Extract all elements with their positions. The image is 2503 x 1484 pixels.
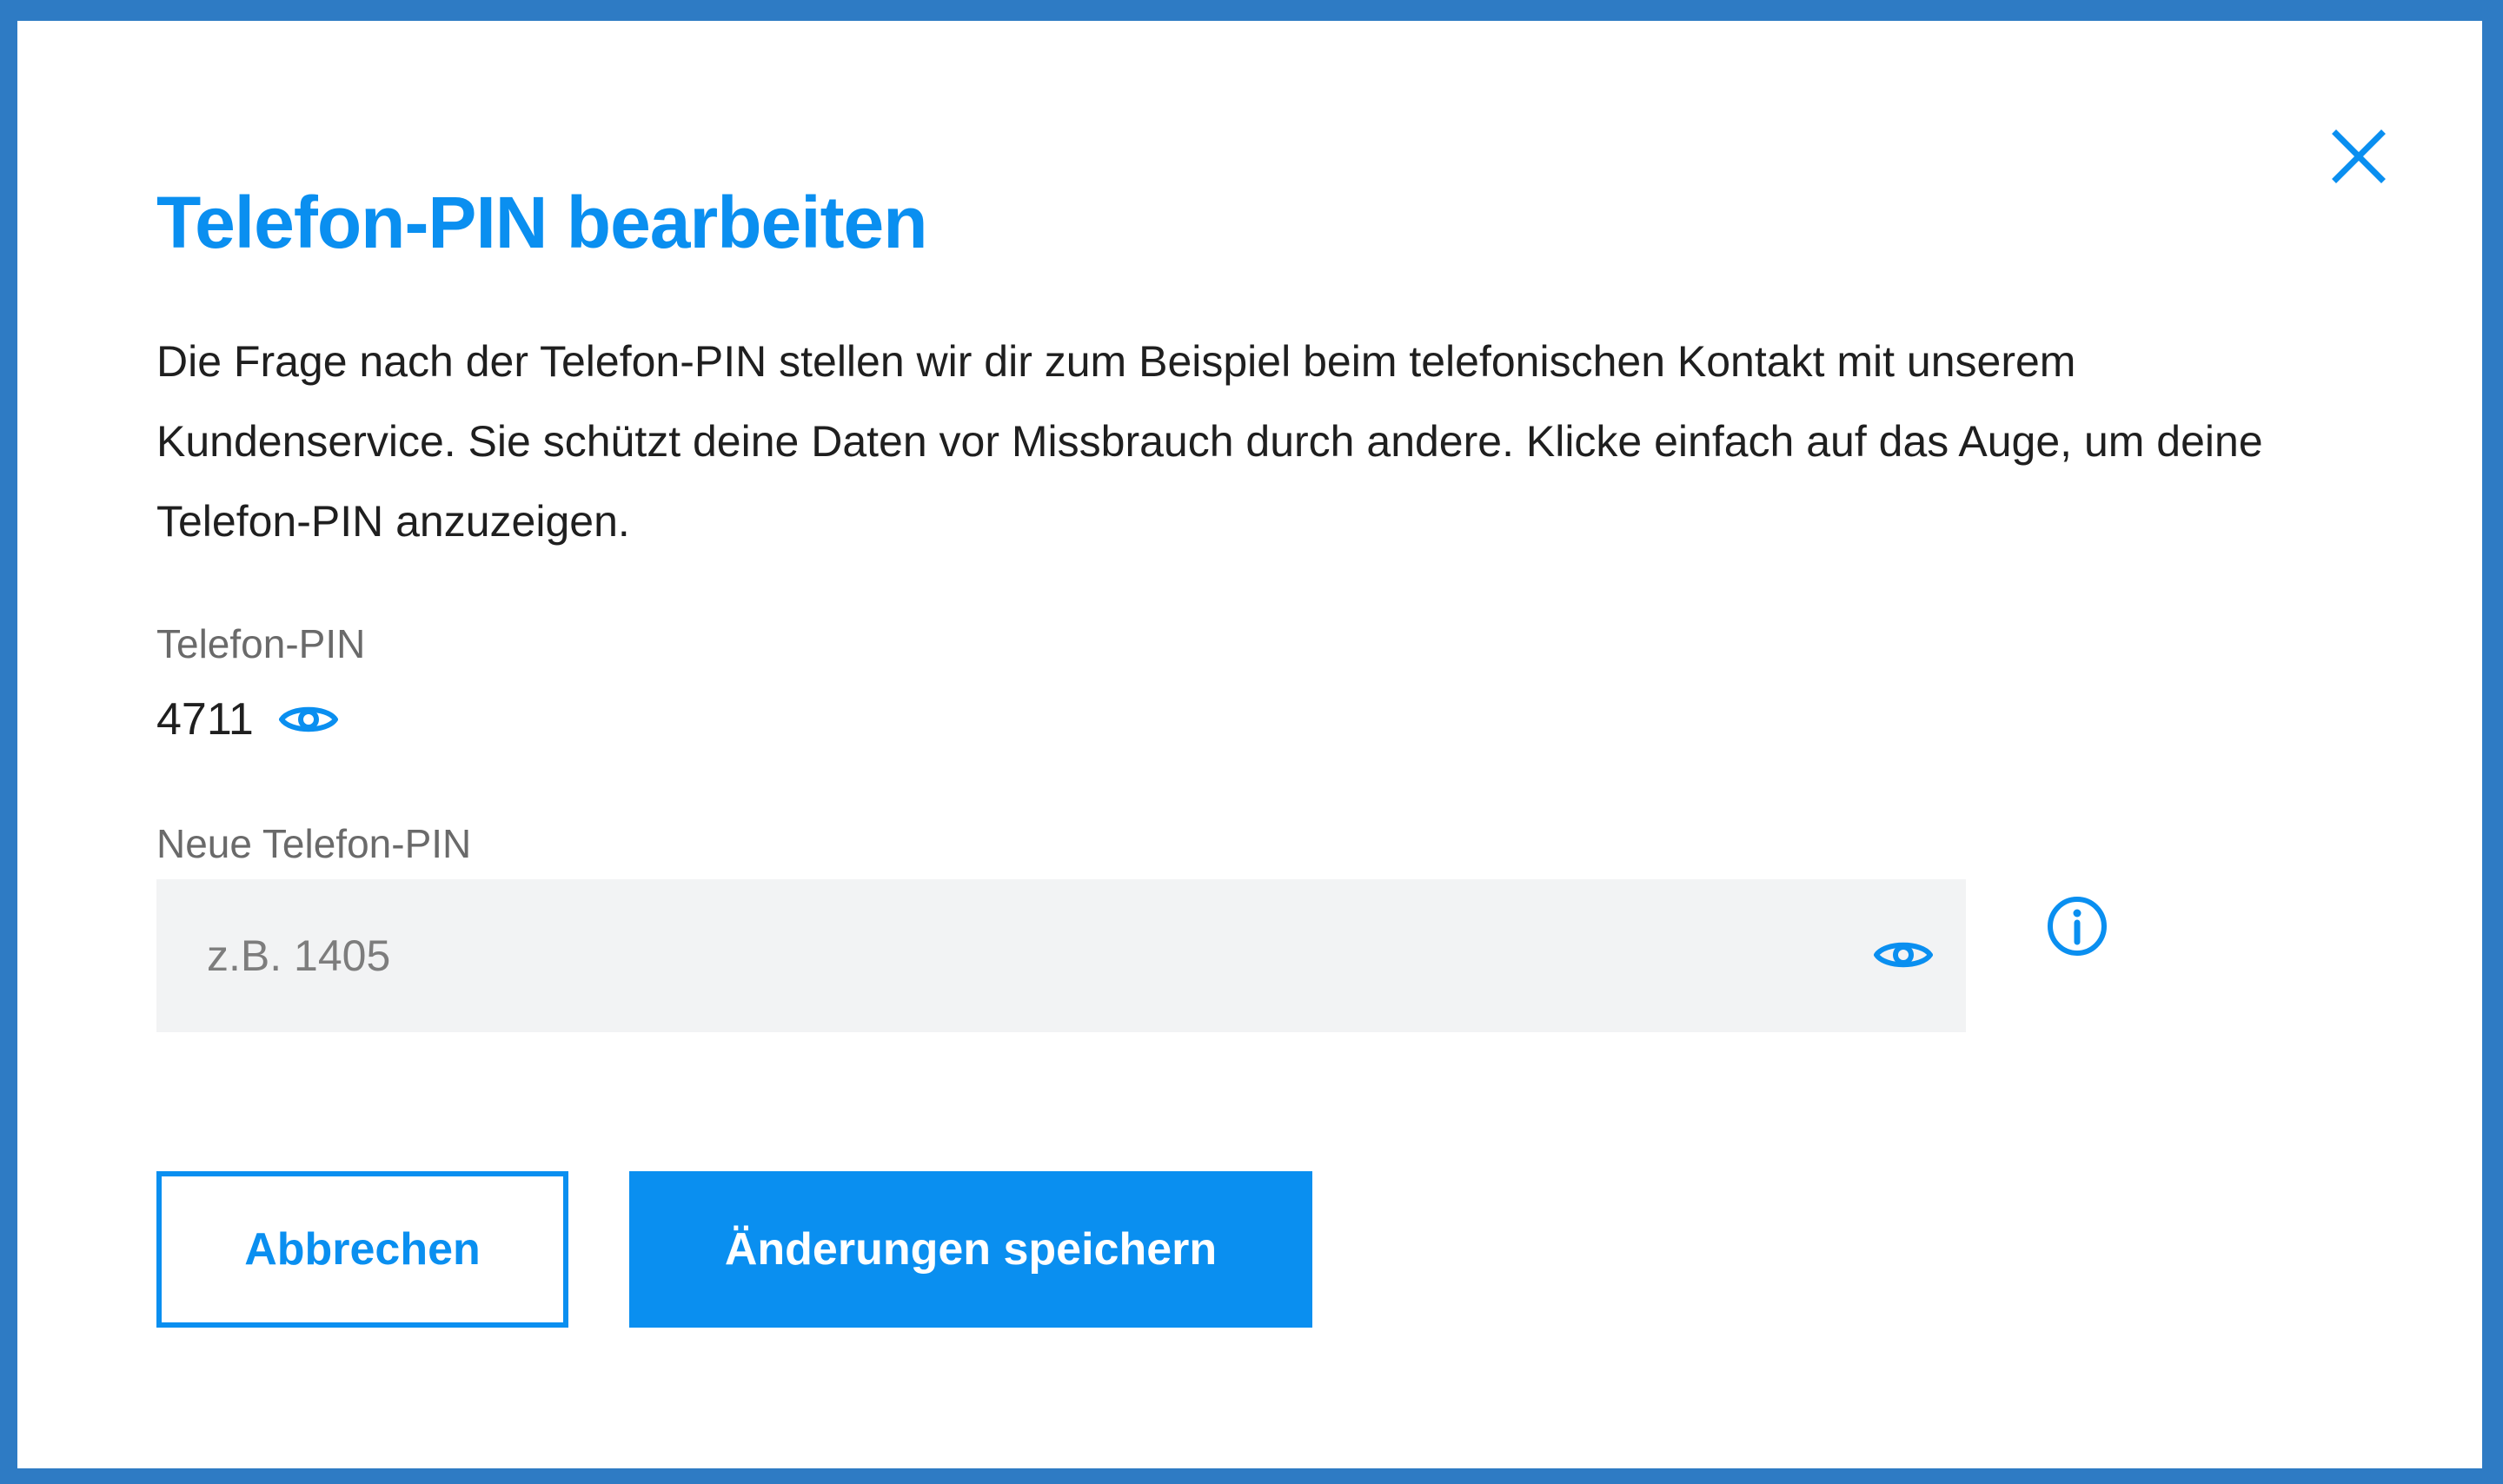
cancel-button[interactable]: Abbrechen	[156, 1171, 568, 1328]
new-pin-label: Neue Telefon-PIN	[156, 821, 472, 866]
current-pin-label: Telefon-PIN	[156, 621, 366, 666]
show-new-pin-button[interactable]	[1873, 935, 1934, 975]
new-pin-field	[156, 879, 1966, 1032]
close-icon	[2332, 129, 2386, 183]
save-changes-button[interactable]: Änderungen speichern	[629, 1171, 1312, 1328]
show-current-pin-button[interactable]	[278, 699, 339, 739]
dialog-description: Die Frage nach der Telefon-PIN stellen w…	[156, 337, 2263, 546]
dialog-title: Telefon-PIN bearbeiten	[156, 182, 928, 263]
new-pin-input[interactable]	[156, 879, 1808, 1032]
new-pin-info-button[interactable]	[2046, 895, 2108, 957]
eye-icon	[278, 706, 338, 732]
eye-icon	[1874, 942, 1933, 968]
edit-pin-dialog: Telefon-PIN bearbeiten Die Frage nach de…	[17, 21, 2482, 1468]
current-pin-value: 4711	[156, 694, 254, 745]
info-icon	[2048, 897, 2107, 956]
close-button[interactable]	[2324, 122, 2393, 191]
current-pin-row: 4711	[156, 692, 339, 747]
